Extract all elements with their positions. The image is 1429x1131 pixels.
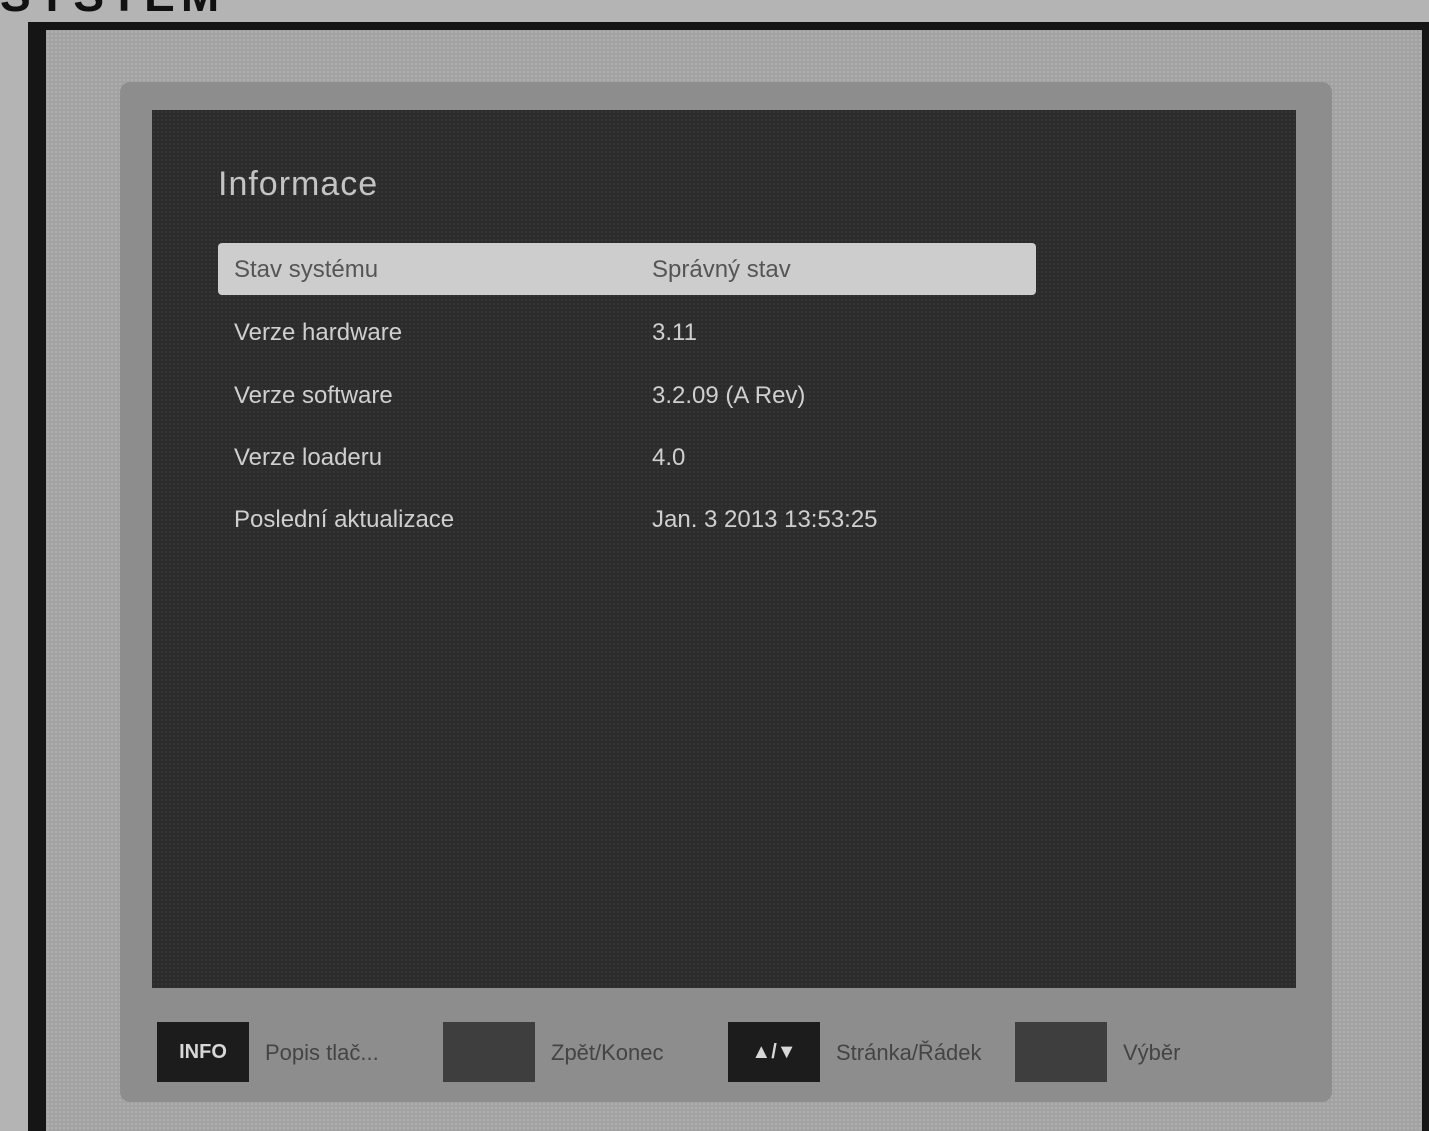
row-value: 3.11 bbox=[652, 319, 697, 346]
up-down-arrows-icon: ▲/▼ bbox=[728, 1022, 820, 1082]
page-heading: SYSTEM bbox=[0, 0, 225, 20]
dialog-title: Informace bbox=[218, 165, 379, 203]
row-label: Verze loaderu bbox=[234, 444, 383, 471]
row-label: Verze software bbox=[234, 382, 393, 409]
info-key-icon: INFO bbox=[157, 1022, 249, 1082]
row-value: Jan. 3 2013 13:53:25 bbox=[652, 506, 878, 533]
footer-label-back: Zpět/Konec bbox=[551, 1040, 664, 1065]
footer-label-select: Výběr bbox=[1123, 1040, 1181, 1065]
footer-label-info: Popis tlač... bbox=[265, 1040, 379, 1065]
row-value: 4.0 bbox=[652, 444, 686, 471]
info-row-hardware-version[interactable]: Verze hardware 3.11 bbox=[218, 306, 1036, 358]
select-key-icon bbox=[1015, 1022, 1107, 1082]
info-row-system-status[interactable]: Stav systému Správný stav bbox=[218, 243, 1036, 295]
back-key-icon bbox=[443, 1022, 535, 1082]
row-label: Stav systému bbox=[234, 256, 379, 283]
row-value: 3.2.09 (A Rev) bbox=[652, 382, 806, 409]
row-label: Poslední aktualizace bbox=[234, 506, 455, 533]
row-value: Správný stav bbox=[652, 256, 791, 283]
info-row-loader-version[interactable]: Verze loaderu 4.0 bbox=[218, 431, 1036, 483]
info-row-software-version[interactable]: Verze software 3.2.09 (A Rev) bbox=[218, 369, 1036, 421]
footer-label-page: Stránka/Řádek bbox=[836, 1040, 982, 1065]
info-panel bbox=[152, 110, 1296, 988]
row-label: Verze hardware bbox=[234, 319, 403, 346]
info-row-last-update[interactable]: Poslední aktualizace Jan. 3 2013 13:53:2… bbox=[218, 493, 1036, 545]
